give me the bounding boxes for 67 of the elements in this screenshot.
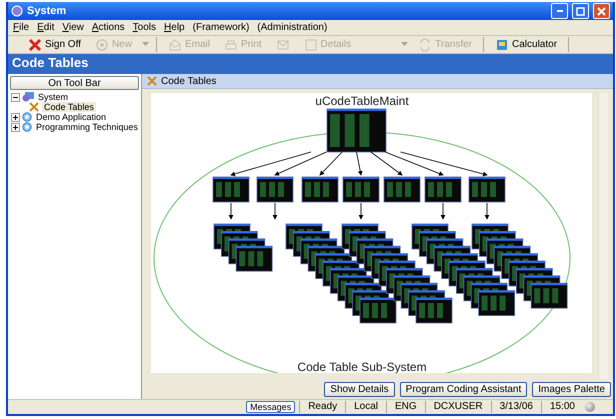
printer-icon xyxy=(224,38,238,52)
screen-thumbnail xyxy=(468,176,506,202)
caret-icon xyxy=(142,42,149,47)
diagram-title: uCodeTableMaint xyxy=(315,94,409,108)
menu-item[interactable]: Help xyxy=(164,22,185,33)
expander-icon[interactable] xyxy=(11,122,20,132)
menu-item[interactable]: (Framework) xyxy=(192,22,250,33)
maximize-button[interactable] xyxy=(572,3,589,19)
menu-item[interactable]: View xyxy=(62,22,84,33)
toolbar-toggle-button[interactable]: On Tool Bar xyxy=(10,76,139,90)
status-indicator xyxy=(585,402,595,412)
screen-thumbnail xyxy=(212,176,250,202)
tree-item[interactable]: Demo Application xyxy=(34,112,108,122)
menu-item[interactable]: Tools xyxy=(132,22,156,33)
minimize-icon xyxy=(556,10,562,12)
tree-item[interactable]: System xyxy=(36,92,70,102)
status-field: Local xyxy=(345,401,386,413)
action-button[interactable]: Program Coding Assistant xyxy=(400,382,528,397)
calculator-icon xyxy=(495,38,509,52)
status-field: DCXUSER xyxy=(424,401,491,413)
status-field: ENG xyxy=(386,401,425,413)
menu-item[interactable]: (Administration) xyxy=(257,22,328,33)
menu-item[interactable]: File xyxy=(13,22,30,33)
signoff-icon xyxy=(28,38,42,52)
expander-icon[interactable] xyxy=(11,92,20,102)
arrow xyxy=(484,202,490,220)
maximize-icon xyxy=(576,6,585,16)
caret-icon xyxy=(401,42,408,47)
section-header: Code Tables xyxy=(8,54,613,72)
menu-item[interactable]: Actions xyxy=(92,22,125,33)
action-button[interactable]: Images Palette xyxy=(532,382,611,397)
arrow xyxy=(356,152,363,176)
status-field: Ready xyxy=(299,401,346,413)
messages-button[interactable]: Messages xyxy=(246,401,296,413)
arrow xyxy=(440,202,446,220)
screen-thumbnail xyxy=(326,108,386,152)
transfer-icon xyxy=(418,38,432,52)
close-icon xyxy=(597,6,606,16)
tree-item[interactable]: Code Tables xyxy=(42,102,96,112)
toolbar-button[interactable]: Sign Off xyxy=(22,36,87,52)
expander-icon[interactable] xyxy=(11,112,20,122)
arrow xyxy=(228,202,234,220)
screen-thumbnail xyxy=(342,176,380,202)
status-field: 15:00 xyxy=(540,401,583,413)
tools-icon xyxy=(28,102,40,112)
status-field: 3/13/06 xyxy=(490,401,541,413)
screen-thumbnail xyxy=(424,176,462,202)
minimize-button[interactable] xyxy=(551,3,568,19)
window-title: System xyxy=(27,5,68,17)
app-icon xyxy=(11,5,23,17)
arrow xyxy=(358,202,364,220)
arrow xyxy=(272,202,278,220)
screen-stack-drawing xyxy=(214,224,273,272)
window-icon xyxy=(304,38,318,52)
envelope-icon xyxy=(168,38,182,52)
toolbar-button[interactable]: Calculator xyxy=(489,36,564,52)
action-button[interactable]: Show Details xyxy=(324,382,395,397)
envelope-icon xyxy=(276,38,290,52)
screen-thumbnail xyxy=(256,176,294,202)
menu-item[interactable]: Edit xyxy=(37,22,54,33)
screen-thumbnail xyxy=(384,176,420,202)
close-button[interactable] xyxy=(593,3,610,19)
tools-icon xyxy=(146,76,158,86)
content-tab[interactable]: Code Tables xyxy=(142,74,613,89)
tab-label: Code Tables xyxy=(161,76,216,86)
screen-thumbnail xyxy=(302,176,338,202)
tree-item[interactable]: Programming Techniques xyxy=(34,122,140,132)
